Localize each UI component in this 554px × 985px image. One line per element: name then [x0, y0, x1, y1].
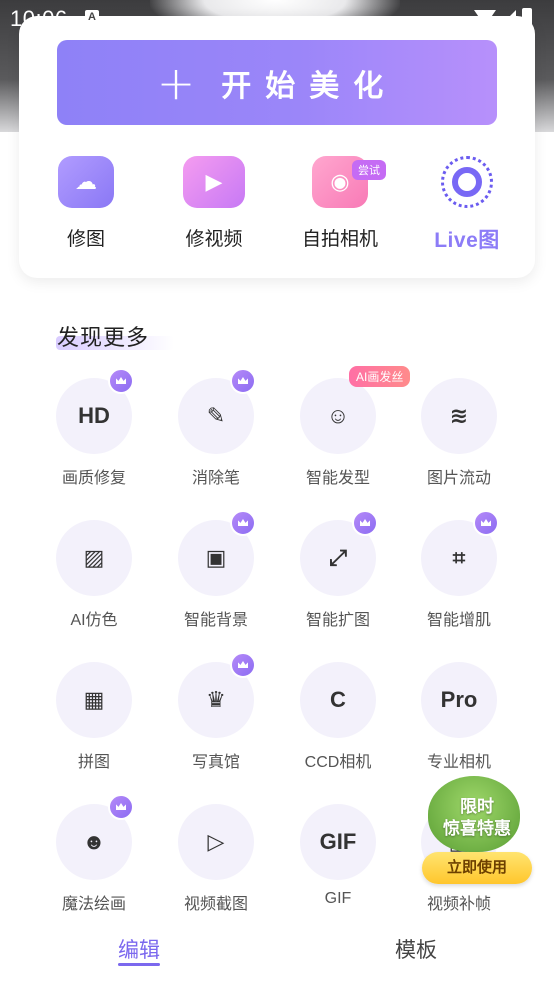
- tab-template[interactable]: 模板: [395, 934, 437, 964]
- wifi-icon: [474, 10, 496, 26]
- tool-glyph: ✎: [206, 403, 226, 428]
- tool-glyph: HD: [78, 403, 110, 428]
- vip-crown-icon: [108, 794, 134, 820]
- section-title: 发现更多: [57, 325, 150, 350]
- promo-line2: 惊喜特惠: [443, 819, 511, 838]
- tool-label: GIF: [324, 890, 352, 907]
- tool-glyph: ▨: [83, 545, 105, 570]
- promo-line1: 限时: [460, 797, 494, 816]
- try-badge: 尝试: [352, 160, 386, 180]
- promo-floating-banner[interactable]: 限时 惊喜特惠 立即使用: [408, 776, 542, 888]
- live-icon: [441, 156, 493, 208]
- ai-hair-badge: AI画发丝: [349, 366, 411, 387]
- tool-label: 智能背景: [183, 612, 248, 629]
- tool-glyph: ▦: [83, 687, 105, 712]
- tool-item[interactable]: ▣ 智能背景: [166, 520, 266, 630]
- tool-icon: C: [300, 662, 376, 738]
- promo-text: 限时 惊喜特惠: [430, 796, 524, 840]
- active-tab-indicator: [118, 963, 160, 966]
- tool-icon: ▨: [56, 520, 132, 596]
- tool-glyph: ⤢: [329, 545, 347, 570]
- tool-label: 拼图: [77, 754, 110, 771]
- battery-icon: [522, 8, 532, 27]
- tool-label: 图片流动: [426, 470, 491, 487]
- tool-item[interactable]: ♛ 写真馆: [166, 662, 266, 772]
- main-card: + 开始美化 ☁ 修图 ▶ 修视频 ◉ 自拍相机 尝试 Live图: [19, 16, 535, 278]
- quick-action-label: 修图: [66, 229, 105, 250]
- tool-glyph: C: [330, 687, 346, 712]
- tool-icon: Pro: [421, 662, 497, 738]
- tool-item[interactable]: C CCD相机: [288, 662, 388, 772]
- tool-item[interactable]: ▨ AI仿色: [44, 520, 144, 630]
- quick-action-edit-photo[interactable]: ☁ 修图: [31, 156, 141, 251]
- tool-item[interactable]: ≋ 图片流动: [409, 378, 509, 488]
- tool-glyph: ≋: [449, 403, 469, 428]
- tool-item[interactable]: HD 画质修复: [44, 378, 144, 488]
- status-time: 10:06: [10, 6, 68, 31]
- quick-action-label: 自拍相机: [301, 229, 378, 250]
- vip-crown-icon: [108, 368, 134, 394]
- tool-label: 智能发型: [305, 470, 370, 487]
- tool-item[interactable]: ⌗ 智能增肌: [409, 520, 509, 630]
- tool-item[interactable]: Pro 专业相机: [409, 662, 509, 772]
- tool-glyph: ☻: [82, 829, 106, 854]
- tool-label: 专业相机: [426, 754, 491, 771]
- tool-label: 智能增肌: [426, 612, 491, 629]
- tool-label: 消除笔: [191, 470, 240, 487]
- tool-glyph: GIF: [319, 829, 357, 854]
- video-icon: ▶: [183, 156, 245, 208]
- vip-crown-icon: [352, 510, 378, 536]
- vip-crown-icon: [230, 652, 256, 678]
- tool-glyph: ☺: [326, 403, 350, 428]
- start-beautify-button[interactable]: + 开始美化: [57, 40, 497, 125]
- vip-crown-icon: [230, 368, 256, 394]
- tool-icon: GIF: [300, 804, 376, 880]
- tool-glyph: ▣: [205, 545, 227, 570]
- tool-glyph: ⌗: [452, 545, 466, 570]
- tool-label: 画质修复: [61, 470, 126, 487]
- tool-label: 智能扩图: [305, 612, 370, 629]
- tool-item[interactable]: ☻ 魔法绘画: [44, 804, 144, 914]
- tool-icon: ▷: [178, 804, 254, 880]
- tool-item[interactable]: ☺ 智能发型: [288, 378, 388, 488]
- photo-icon: ☁: [58, 156, 114, 208]
- tool-item[interactable]: ⤢ 智能扩图: [288, 520, 388, 630]
- tab-edit[interactable]: 编辑: [118, 934, 160, 964]
- tool-item[interactable]: ✎ 消除笔: [166, 378, 266, 488]
- bottom-tab-bar: 编辑 模板: [0, 918, 554, 985]
- tool-item[interactable]: ▷ 视频截图: [166, 804, 266, 914]
- signal-icon: [500, 10, 516, 26]
- plus-icon: +: [156, 55, 196, 110]
- notification-icon: A: [85, 10, 99, 24]
- tool-glyph: Pro: [440, 687, 478, 712]
- tool-item[interactable]: ▦ 拼图: [44, 662, 144, 772]
- tool-glyph: ▷: [207, 829, 225, 854]
- quick-action-edit-video[interactable]: ▶ 修视频: [159, 156, 269, 251]
- tool-label: 魔法绘画: [61, 896, 126, 913]
- use-now-button[interactable]: 立即使用: [422, 852, 532, 884]
- tool-label: 视频截图: [183, 896, 248, 913]
- tool-icon: ≋: [421, 378, 497, 454]
- quick-action-label: Live图: [434, 229, 500, 252]
- vip-crown-icon: [230, 510, 256, 536]
- tool-label: 写真馆: [191, 754, 240, 771]
- tool-label: AI仿色: [70, 612, 118, 629]
- tool-icon: ☺: [300, 378, 376, 454]
- tool-icon: ▦: [56, 662, 132, 738]
- quick-action-live-photo[interactable]: Live图: [412, 156, 522, 254]
- start-beautify-label: 开始美化: [221, 69, 398, 103]
- quick-action-label: 修视频: [185, 229, 243, 250]
- tool-label: 视频补帧: [426, 896, 491, 913]
- tool-label: CCD相机: [304, 754, 372, 771]
- status-bar: 10:06 A: [0, 0, 554, 36]
- tool-glyph: ♛: [206, 687, 226, 712]
- tool-item[interactable]: GIF GIF: [288, 804, 388, 908]
- vip-crown-icon: [473, 510, 499, 536]
